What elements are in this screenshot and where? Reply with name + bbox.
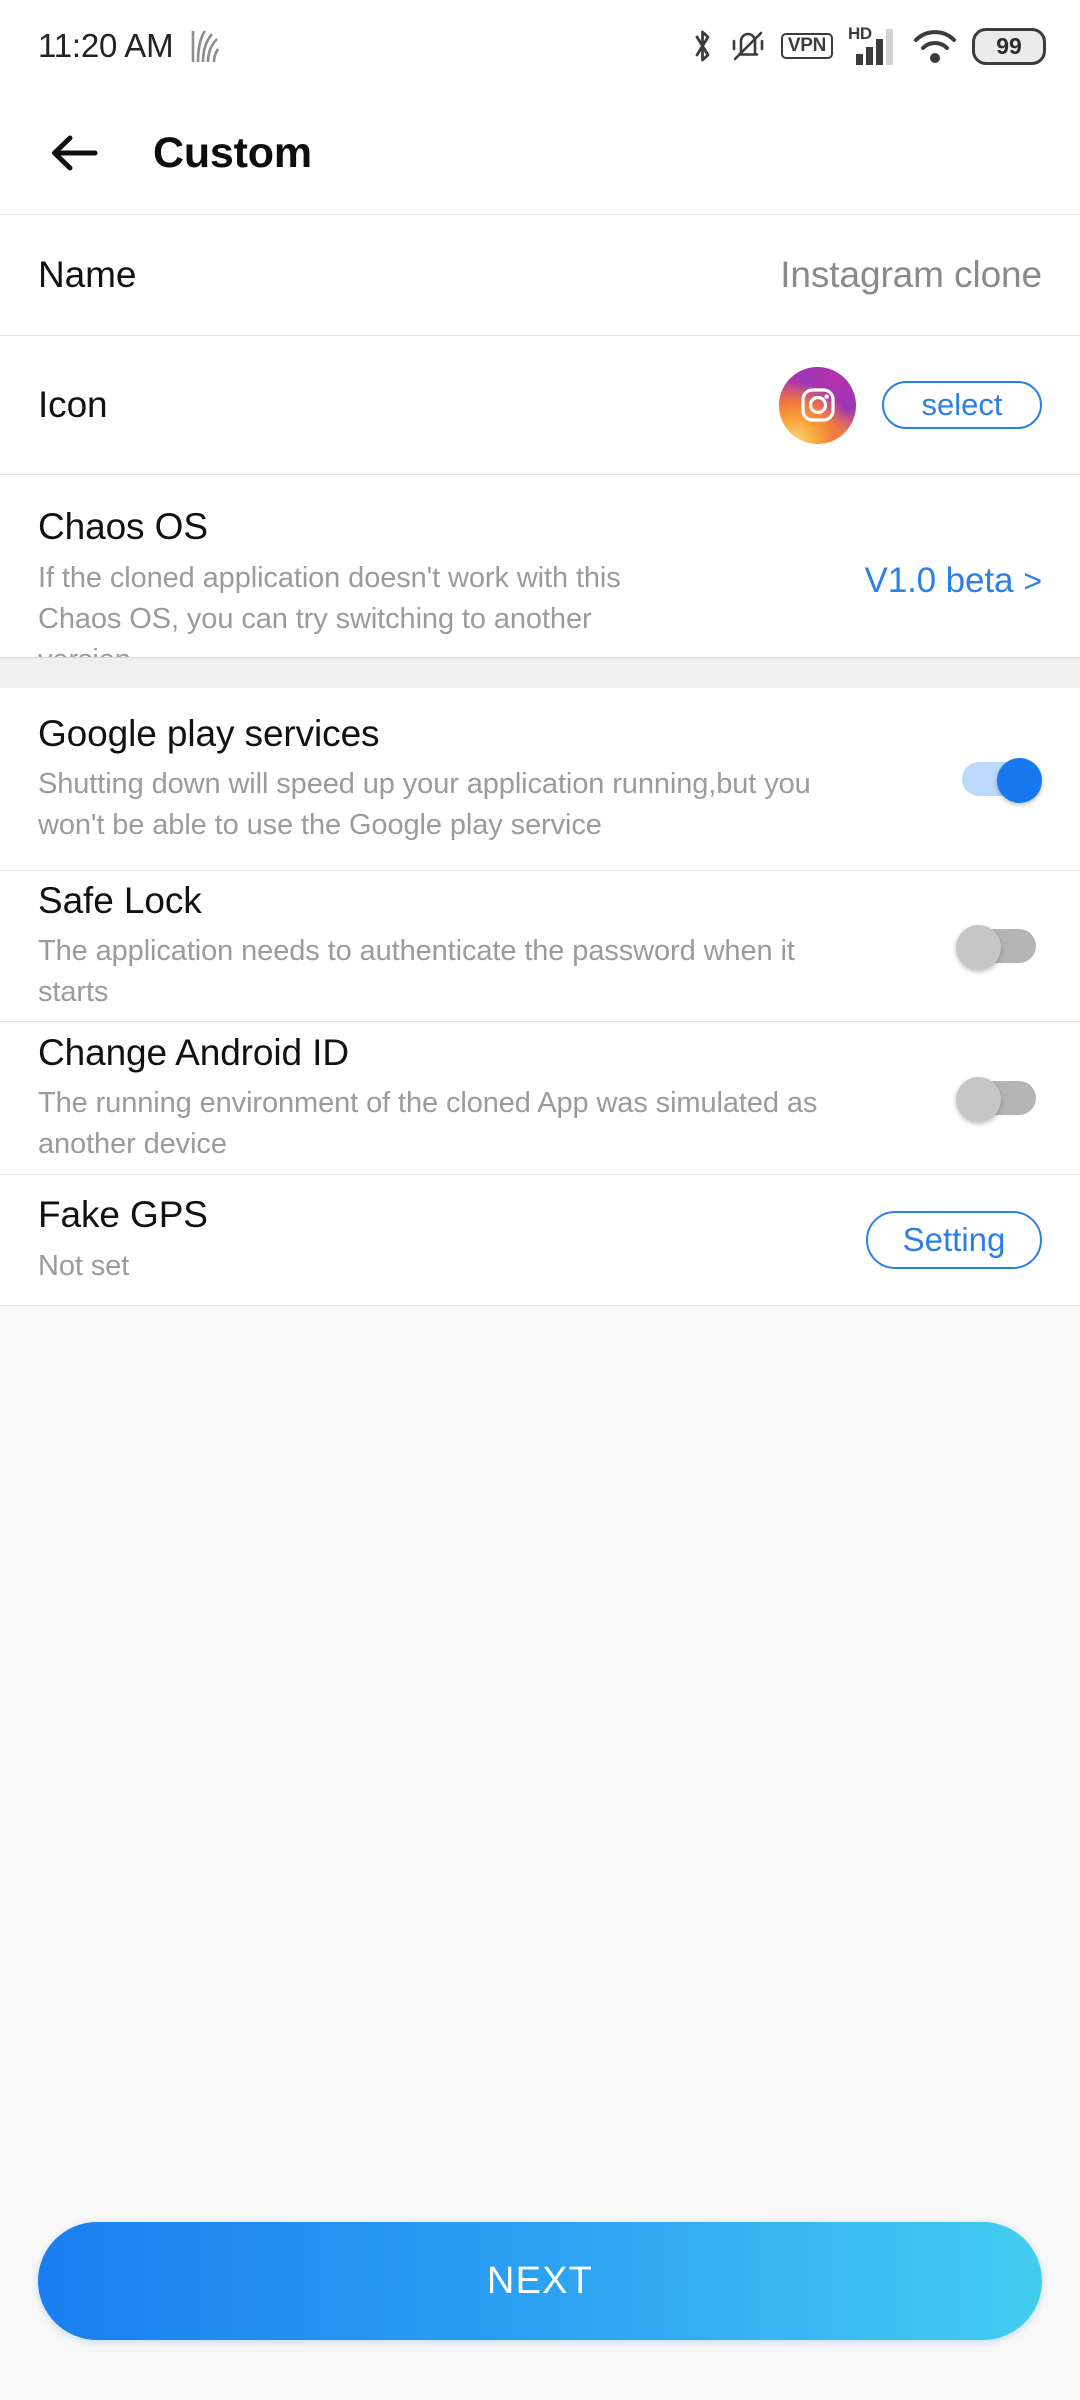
row-chaos-os-text: Chaos OS If the cloned application doesn… [38,505,864,681]
footer: NEXT [0,2222,1080,2400]
row-chaos-os[interactable]: Chaos OS If the cloned application doesn… [0,475,1080,676]
chaos-os-version-link[interactable]: V1.0 beta > [864,561,1042,601]
row-safe-lock[interactable]: Safe Lock The application needs to authe… [0,871,1080,1021]
row-change-android-id[interactable]: Change Android ID The running environmen… [0,1022,1080,1174]
status-bar-left: 11:20 AM [38,27,220,65]
custom-clone-settings-page: 11:20 AM VPN HD 99 Custom Name Instagram… [0,0,1080,2400]
instagram-icon [779,366,856,444]
hd-label: HD [848,24,872,43]
chaos-os-version-label: V1.0 beta [864,561,1014,600]
section-separator-band [0,657,1080,688]
status-bar: 11:20 AM VPN HD 99 [0,0,1080,92]
hd-signal-icon: HD [848,24,898,65]
status-bar-clock: 11:20 AM [38,27,174,64]
row-icon-right: select [779,366,1042,444]
row-change-android-id-text: Change Android ID The running environmen… [38,1031,956,1166]
next-button[interactable]: NEXT [38,2222,1042,2340]
row-fake-gps-subtitle: Not set [38,1249,130,1282]
row-fake-gps-text: Fake GPS Not set [38,1193,866,1287]
toggle-change-android-id[interactable] [956,1077,1042,1122]
row-name-label: Name [38,254,137,296]
row-icon[interactable]: Icon select [0,336,1080,474]
row-google-play-services[interactable]: Google play services Shutting down will … [0,688,1080,870]
vpn-icon: VPN [780,33,833,59]
row-safe-lock-subtitle: The application needs to authenticate th… [38,935,795,1009]
chevron-right-icon: > [1023,563,1042,599]
wifi-icon [913,28,957,64]
battery-level: 99 [996,32,1022,59]
row-google-play-services-text: Google play services Shutting down will … [38,712,956,847]
page-title: Custom [153,128,312,177]
toggle-thumb [956,1077,1001,1122]
bluetooth-icon [690,28,715,64]
back-button[interactable] [38,117,110,189]
status-bar-right: VPN HD 99 [690,24,1046,65]
toggle-google-play-services[interactable] [956,758,1042,803]
row-chaos-os-title: Chaos OS [38,506,208,547]
row-google-play-services-subtitle: Shutting down will speed up your applica… [38,768,811,842]
battery-icon: 99 [972,27,1046,65]
row-name[interactable]: Name Instagram clone [0,215,1080,335]
row-change-android-id-title: Change Android ID [38,1031,349,1073]
row-safe-lock-text: Safe Lock The application needs to authe… [38,879,956,1014]
vibrate-off-icon [730,29,766,63]
row-icon-text: Icon [38,383,779,427]
row-google-play-services-title: Google play services [38,712,380,754]
fingerprint-stripes-icon [189,29,220,63]
toggle-thumb [956,925,1001,970]
select-icon-button[interactable]: select [882,381,1042,429]
row-name-text: Name [38,253,780,297]
row-safe-lock-title: Safe Lock [38,879,202,921]
fake-gps-setting-button[interactable]: Setting [866,1211,1042,1269]
row-fake-gps[interactable]: Fake GPS Not set Setting [0,1175,1080,1305]
toggle-safe-lock[interactable] [956,925,1042,970]
empty-space [0,1306,1080,2222]
row-change-android-id-subtitle: The running environment of the cloned Ap… [38,1087,818,1161]
row-name-value: Instagram clone [780,254,1042,295]
row-icon-label: Icon [38,384,108,426]
toggle-thumb [997,758,1042,803]
instagram-glyph [779,367,856,444]
app-bar: Custom [0,92,1080,214]
row-fake-gps-title: Fake GPS [38,1194,208,1236]
